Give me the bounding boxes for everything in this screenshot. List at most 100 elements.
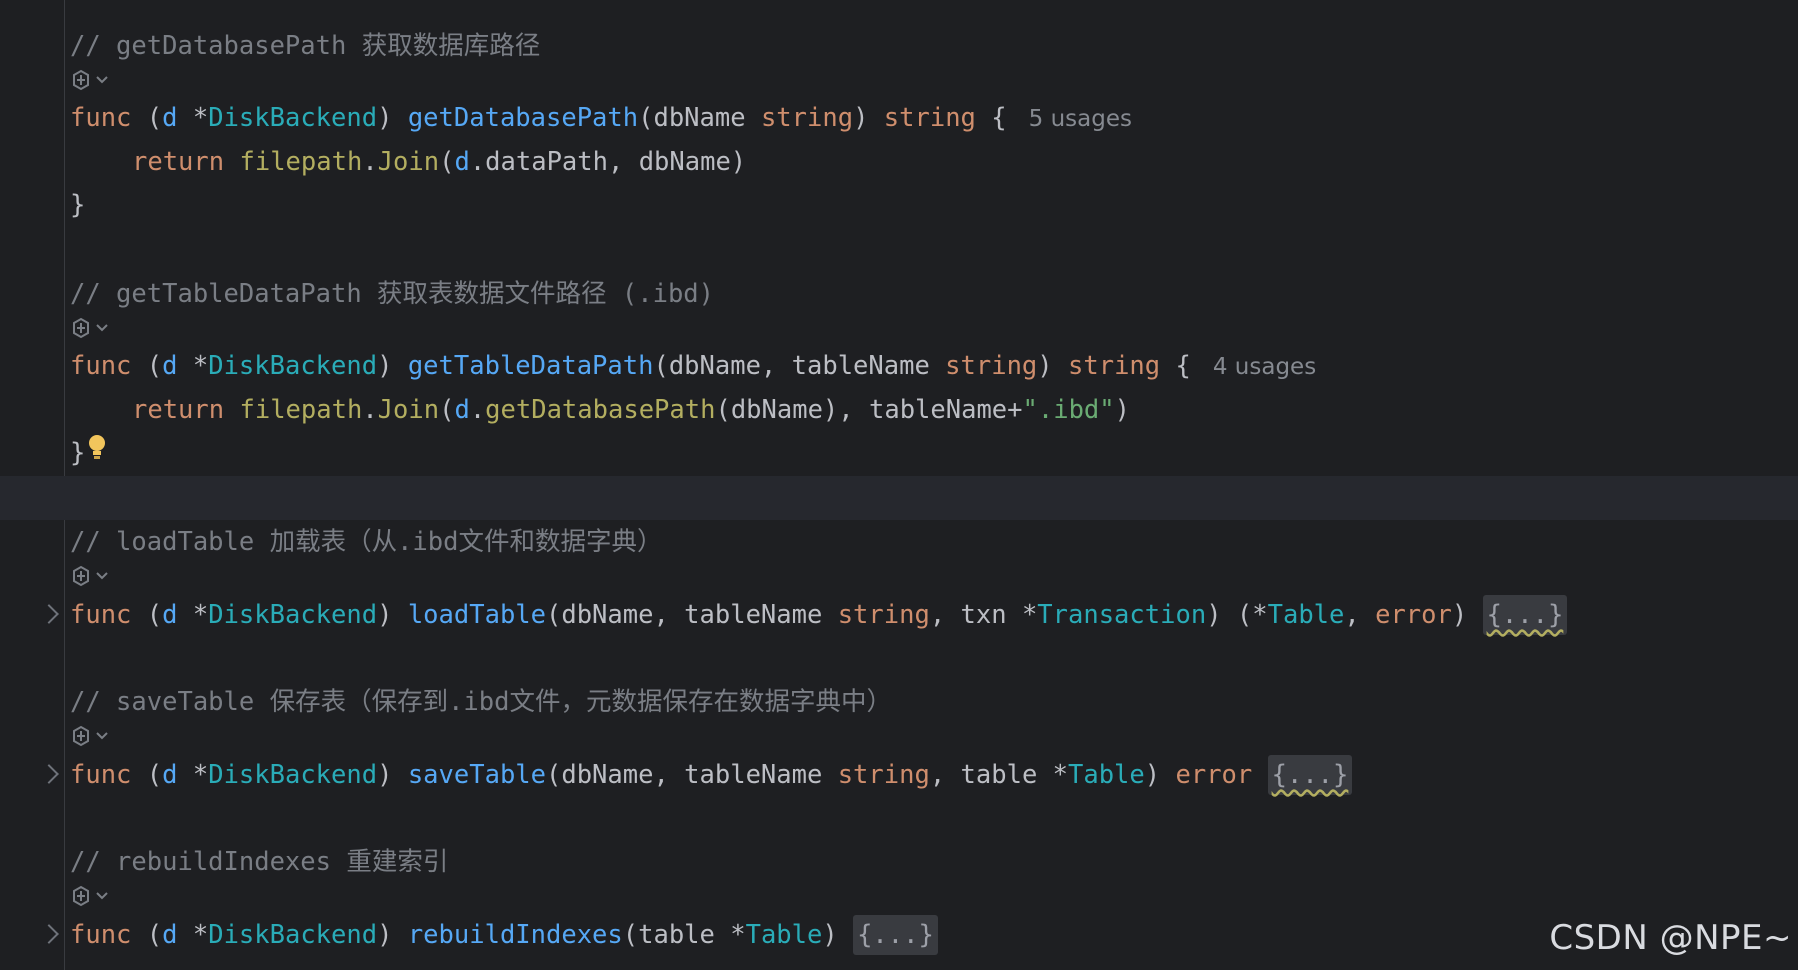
closing-brace[interactable]: }: [70, 183, 85, 227]
type-keyword: string: [760, 103, 854, 133]
type-name: DiskBackend: [208, 760, 378, 790]
function-signature[interactable]: func (d *DiskBackend) getTableDataPath(d…: [70, 344, 1316, 388]
comment-line[interactable]: // getTableDataPath 获取表数据文件路径 (.ibd): [70, 272, 714, 316]
function-name: loadTable: [407, 600, 546, 630]
punct: (: [131, 760, 163, 790]
args: (dbName), tableName+: [715, 395, 1023, 425]
function-signature[interactable]: func (d *DiskBackend) getDatabasePath(db…: [70, 96, 1132, 140]
punct: ) (*: [1206, 600, 1268, 630]
fold-arrow-icon[interactable]: [39, 924, 59, 944]
chevron-down-icon: [96, 572, 108, 580]
code-editor[interactable]: // getDatabasePath 获取数据库路径 func (d *Disk…: [0, 0, 1798, 970]
punct: *: [177, 351, 209, 381]
receiver: d: [162, 103, 178, 133]
punct: [1252, 760, 1267, 790]
type-name: DiskBackend: [208, 600, 378, 630]
type-name: Table: [745, 920, 823, 950]
return-type: string: [883, 103, 976, 133]
receiver: d: [454, 395, 470, 425]
punct: (: [131, 103, 163, 133]
punct: (: [439, 395, 455, 425]
function-name: saveTable: [407, 760, 546, 790]
punct: .: [362, 147, 378, 177]
ai-assistant-icon: [73, 69, 89, 91]
type-keyword: error: [1375, 600, 1452, 630]
ai-assistant-icon[interactable]: [70, 561, 118, 591]
punct: (: [131, 600, 163, 630]
function-name: getTableDataPath: [407, 351, 654, 381]
folded-code-block[interactable]: {...}: [1267, 755, 1353, 795]
usages-hint[interactable]: 5 usages: [1007, 106, 1132, 132]
fold-arrow-icon[interactable]: [39, 764, 59, 784]
folded-code-block[interactable]: {...}: [853, 915, 938, 955]
keyword: func: [70, 600, 132, 630]
chevron-down-icon: [96, 324, 108, 332]
function-name: getDatabasePath: [407, 103, 639, 133]
params: (dbName, tableName: [546, 600, 838, 630]
function-signature[interactable]: func (d *DiskBackend) rebuildIndexes(tab…: [70, 913, 938, 957]
chevron-down-icon: [96, 732, 108, 740]
punct: .: [362, 395, 378, 425]
punct: ): [1144, 760, 1176, 790]
call-name: Join: [377, 147, 440, 177]
function-signature[interactable]: func (d *DiskBackend) loadTable(dbName, …: [70, 593, 1568, 637]
receiver: d: [162, 600, 178, 630]
ai-assistant-icon[interactable]: [70, 721, 118, 751]
punct: (: [131, 920, 163, 950]
punct: .: [469, 395, 486, 425]
type-keyword: string: [837, 760, 930, 790]
type-keyword: error: [1175, 760, 1253, 790]
punct: ): [1451, 600, 1483, 630]
receiver: d: [162, 351, 178, 381]
chevron-down-icon: [96, 76, 108, 84]
comment-line[interactable]: // saveTable 保存表（保存到.ibd文件，元数据保存在数据字典中）: [70, 680, 892, 724]
keyword: return: [132, 395, 225, 425]
punct: ): [1114, 395, 1130, 425]
chevron-down-icon: [96, 892, 108, 900]
ai-assistant-icon: [73, 317, 89, 339]
code-body-line[interactable]: return filepath.Join(d.dataPath, dbName): [70, 140, 746, 184]
comment-line[interactable]: // getDatabasePath 获取数据库路径: [70, 24, 540, 68]
punct: ): [377, 600, 408, 630]
fold-arrow-icon[interactable]: [39, 604, 59, 624]
keyword: return: [132, 147, 225, 177]
punct: ,: [1344, 600, 1376, 630]
type-keyword: string: [837, 600, 930, 630]
closing-brace[interactable]: }: [70, 431, 85, 475]
punct: ): [377, 351, 408, 381]
type-name: DiskBackend: [208, 920, 378, 950]
punct: *: [177, 760, 209, 790]
keyword: func: [70, 760, 132, 790]
punct: *: [177, 103, 209, 133]
punct: ): [377, 760, 408, 790]
receiver: d: [162, 760, 178, 790]
usages-hint[interactable]: 4 usages: [1191, 354, 1316, 380]
punct: ): [1037, 351, 1069, 381]
comment-line[interactable]: // rebuildIndexes 重建索引: [70, 840, 448, 884]
ai-assistant-icon[interactable]: [70, 65, 118, 95]
method-call: getDatabasePath: [485, 395, 716, 425]
ai-assistant-icon[interactable]: [70, 881, 118, 911]
folded-code-block[interactable]: {...}: [1482, 595, 1568, 635]
function-signature[interactable]: func (d *DiskBackend) saveTable(dbName, …: [70, 753, 1353, 797]
type-name: Table: [1267, 600, 1345, 630]
punct: (: [131, 351, 163, 381]
keyword: func: [70, 351, 132, 381]
call-name: Join: [377, 395, 440, 425]
comment-line[interactable]: // loadTable 加载表（从.ibd文件和数据字典）: [70, 520, 663, 564]
lightbulb-icon[interactable]: [87, 433, 107, 463]
punct: ): [822, 920, 854, 950]
watermark: CSDN @NPE~: [1549, 918, 1792, 958]
punct: ): [377, 920, 408, 950]
ai-assistant-icon: [73, 885, 89, 907]
string-literal: ".ibd": [1022, 395, 1115, 425]
punct: {: [1160, 351, 1191, 381]
params: (dbName, tableName: [546, 760, 838, 790]
receiver: d: [162, 920, 178, 950]
receiver: d: [454, 147, 470, 177]
ai-assistant-icon[interactable]: [70, 313, 118, 343]
params: (dbName: [638, 103, 761, 133]
code-body-line[interactable]: return filepath.Join(d.getDatabasePath(d…: [70, 388, 1130, 432]
